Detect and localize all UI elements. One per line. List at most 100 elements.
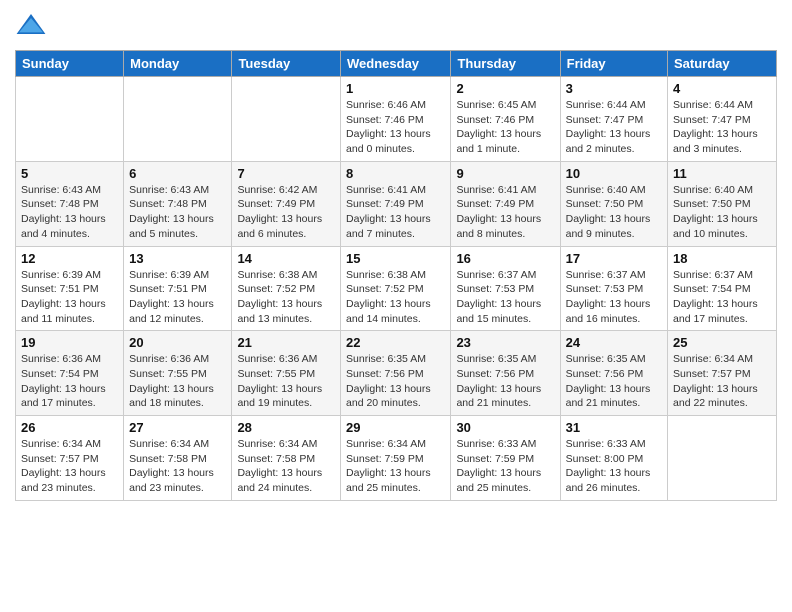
calendar-cell: 25 Sunrise: 6:34 AMSunset: 7:57 PMDayligh… — [668, 331, 777, 416]
day-info: Sunrise: 6:38 AMSunset: 7:52 PMDaylight:… — [237, 268, 335, 327]
calendar-cell: 30 Sunrise: 6:33 AMSunset: 7:59 PMDayligh… — [451, 416, 560, 501]
calendar-cell: 22 Sunrise: 6:35 AMSunset: 7:56 PMDayligh… — [341, 331, 451, 416]
calendar-cell: 27 Sunrise: 6:34 AMSunset: 7:58 PMDayligh… — [124, 416, 232, 501]
day-number: 29 — [346, 420, 445, 435]
calendar-cell: 9Sunrise: 6:41 AMSunset: 7:49 PMDaylight… — [451, 161, 560, 246]
day-number: 20 — [129, 335, 226, 350]
calendar-cell: 14Sunrise: 6:38 AMSunset: 7:52 PMDayligh… — [232, 246, 341, 331]
day-number: 5 — [21, 166, 118, 181]
calendar-week-4: 19Sunrise: 6:36 AMSunset: 7:54 PMDayligh… — [16, 331, 777, 416]
day-info: Sunrise: 6:37 AMSunset: 7:53 PMDaylight:… — [456, 268, 554, 327]
day-number: 6 — [129, 166, 226, 181]
weekday-header-tuesday: Tuesday — [232, 51, 341, 77]
weekday-header-thursday: Thursday — [451, 51, 560, 77]
calendar: SundayMondayTuesdayWednesdayThursdayFrid… — [15, 50, 777, 501]
day-number: 1 — [346, 81, 445, 96]
calendar-cell: 5 Sunrise: 6:43 AMSunset: 7:48 PMDaylight… — [16, 161, 124, 246]
day-info: Sunrise: 6:44 AMSunset: 7:47 PMDaylight:… — [566, 98, 662, 157]
day-info: Sunrise: 6:35 AMSunset: 7:56 PMDaylight:… — [456, 352, 554, 411]
logo-icon — [15, 10, 47, 42]
calendar-cell — [124, 77, 232, 162]
calendar-cell: 28Sunrise: 6:34 AMSunset: 7:58 PMDayligh… — [232, 416, 341, 501]
day-info: Sunrise: 6:35 AMSunset: 7:56 PMDaylight:… — [566, 352, 662, 411]
page: SundayMondayTuesdayWednesdayThursdayFrid… — [0, 0, 792, 612]
calendar-cell: 20 Sunrise: 6:36 AMSunset: 7:55 PMDayligh… — [124, 331, 232, 416]
calendar-cell — [668, 416, 777, 501]
weekday-header-friday: Friday — [560, 51, 667, 77]
day-info: Sunrise: 6:41 AMSunset: 7:49 PMDaylight:… — [456, 183, 554, 242]
day-number: 15 — [346, 251, 445, 266]
calendar-cell: 1 Sunrise: 6:46 AMSunset: 7:46 PMDaylight… — [341, 77, 451, 162]
day-number: 16 — [456, 251, 554, 266]
calendar-cell: 29 Sunrise: 6:34 AMSunset: 7:59 PMDayligh… — [341, 416, 451, 501]
day-info: Sunrise: 6:42 AMSunset: 7:49 PMDaylight:… — [237, 183, 335, 242]
day-number: 19 — [21, 335, 118, 350]
calendar-cell: 17Sunrise: 6:37 AMSunset: 7:53 PMDayligh… — [560, 246, 667, 331]
weekday-header-monday: Monday — [124, 51, 232, 77]
calendar-cell — [16, 77, 124, 162]
day-info: Sunrise: 6:40 AMSunset: 7:50 PMDaylight:… — [566, 183, 662, 242]
calendar-cell: 4Sunrise: 6:44 AMSunset: 7:47 PMDaylight… — [668, 77, 777, 162]
calendar-cell: 15 Sunrise: 6:38 AMSunset: 7:52 PMDayligh… — [341, 246, 451, 331]
calendar-cell: 2 Sunrise: 6:45 AMSunset: 7:46 PMDaylight… — [451, 77, 560, 162]
day-info: Sunrise: 6:46 AMSunset: 7:46 PMDaylight:… — [346, 98, 445, 157]
day-info: Sunrise: 6:40 AMSunset: 7:50 PMDaylight:… — [673, 183, 771, 242]
day-info: Sunrise: 6:34 AMSunset: 7:57 PMDaylight:… — [673, 352, 771, 411]
day-number: 24 — [566, 335, 662, 350]
day-number: 28 — [237, 420, 335, 435]
day-info: Sunrise: 6:37 AMSunset: 7:53 PMDaylight:… — [566, 268, 662, 327]
day-info: Sunrise: 6:33 AMSunset: 8:00 PMDaylight:… — [566, 437, 662, 496]
day-info: Sunrise: 6:39 AMSunset: 7:51 PMDaylight:… — [21, 268, 118, 327]
calendar-week-3: 12 Sunrise: 6:39 AMSunset: 7:51 PMDayligh… — [16, 246, 777, 331]
calendar-cell: 31 Sunrise: 6:33 AMSunset: 8:00 PMDayligh… — [560, 416, 667, 501]
weekday-row: SundayMondayTuesdayWednesdayThursdayFrid… — [16, 51, 777, 77]
day-number: 2 — [456, 81, 554, 96]
weekday-header-wednesday: Wednesday — [341, 51, 451, 77]
day-info: Sunrise: 6:38 AMSunset: 7:52 PMDaylight:… — [346, 268, 445, 327]
calendar-week-5: 26Sunrise: 6:34 AMSunset: 7:57 PMDayligh… — [16, 416, 777, 501]
day-info: Sunrise: 6:34 AMSunset: 7:59 PMDaylight:… — [346, 437, 445, 496]
day-number: 18 — [673, 251, 771, 266]
day-number: 30 — [456, 420, 554, 435]
calendar-week-2: 5 Sunrise: 6:43 AMSunset: 7:48 PMDaylight… — [16, 161, 777, 246]
calendar-header: SundayMondayTuesdayWednesdayThursdayFrid… — [16, 51, 777, 77]
calendar-cell: 3 Sunrise: 6:44 AMSunset: 7:47 PMDaylight… — [560, 77, 667, 162]
calendar-cell — [232, 77, 341, 162]
day-number: 27 — [129, 420, 226, 435]
day-info: Sunrise: 6:36 AMSunset: 7:55 PMDaylight:… — [237, 352, 335, 411]
day-number: 7 — [237, 166, 335, 181]
day-number: 26 — [21, 420, 118, 435]
logo — [15, 10, 51, 42]
calendar-cell: 21Sunrise: 6:36 AMSunset: 7:55 PMDayligh… — [232, 331, 341, 416]
day-info: Sunrise: 6:35 AMSunset: 7:56 PMDaylight:… — [346, 352, 445, 411]
day-number: 31 — [566, 420, 662, 435]
day-info: Sunrise: 6:44 AMSunset: 7:47 PMDaylight:… — [673, 98, 771, 157]
calendar-cell: 7 Sunrise: 6:42 AMSunset: 7:49 PMDaylight… — [232, 161, 341, 246]
calendar-cell: 13 Sunrise: 6:39 AMSunset: 7:51 PMDayligh… — [124, 246, 232, 331]
day-info: Sunrise: 6:36 AMSunset: 7:55 PMDaylight:… — [129, 352, 226, 411]
calendar-cell: 10Sunrise: 6:40 AMSunset: 7:50 PMDayligh… — [560, 161, 667, 246]
header — [15, 10, 777, 42]
calendar-cell: 26Sunrise: 6:34 AMSunset: 7:57 PMDayligh… — [16, 416, 124, 501]
day-info: Sunrise: 6:33 AMSunset: 7:59 PMDaylight:… — [456, 437, 554, 496]
calendar-cell: 11Sunrise: 6:40 AMSunset: 7:50 PMDayligh… — [668, 161, 777, 246]
day-number: 13 — [129, 251, 226, 266]
day-number: 3 — [566, 81, 662, 96]
calendar-cell: 8 Sunrise: 6:41 AMSunset: 7:49 PMDaylight… — [341, 161, 451, 246]
calendar-cell: 16 Sunrise: 6:37 AMSunset: 7:53 PMDayligh… — [451, 246, 560, 331]
day-info: Sunrise: 6:41 AMSunset: 7:49 PMDaylight:… — [346, 183, 445, 242]
day-number: 8 — [346, 166, 445, 181]
day-info: Sunrise: 6:37 AMSunset: 7:54 PMDaylight:… — [673, 268, 771, 327]
weekday-header-saturday: Saturday — [668, 51, 777, 77]
day-info: Sunrise: 6:45 AMSunset: 7:46 PMDaylight:… — [456, 98, 554, 157]
day-info: Sunrise: 6:43 AMSunset: 7:48 PMDaylight:… — [21, 183, 118, 242]
calendar-cell: 24 Sunrise: 6:35 AMSunset: 7:56 PMDayligh… — [560, 331, 667, 416]
day-number: 12 — [21, 251, 118, 266]
day-number: 22 — [346, 335, 445, 350]
day-number: 25 — [673, 335, 771, 350]
day-number: 23 — [456, 335, 554, 350]
weekday-header-sunday: Sunday — [16, 51, 124, 77]
calendar-cell: 12 Sunrise: 6:39 AMSunset: 7:51 PMDayligh… — [16, 246, 124, 331]
day-info: Sunrise: 6:34 AMSunset: 7:58 PMDaylight:… — [129, 437, 226, 496]
day-info: Sunrise: 6:39 AMSunset: 7:51 PMDaylight:… — [129, 268, 226, 327]
